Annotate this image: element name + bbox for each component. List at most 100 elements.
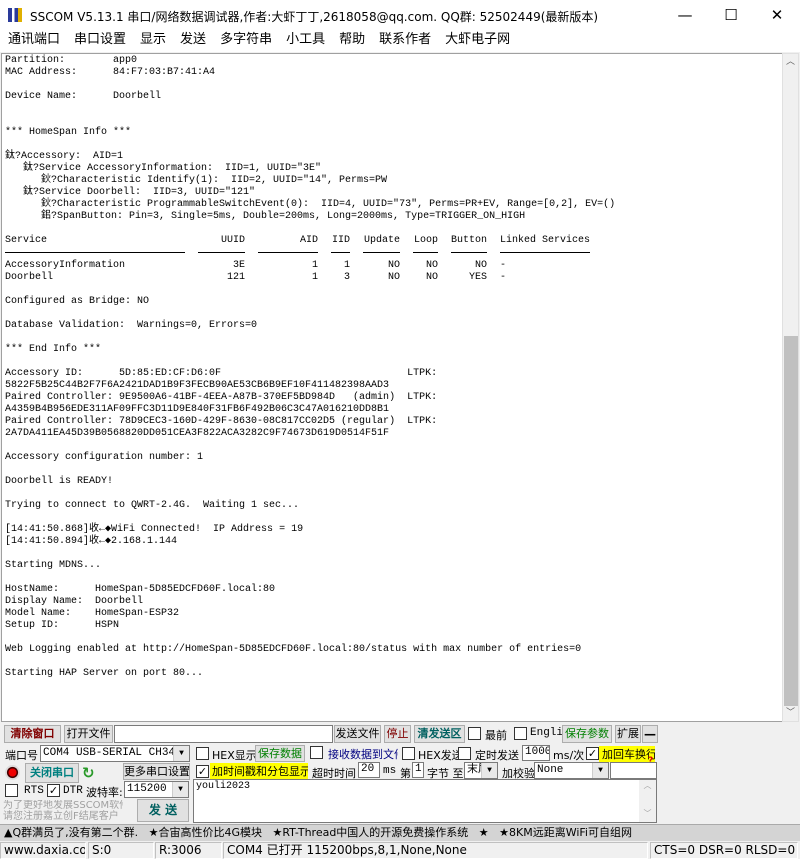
table-cell: NO [387,260,400,271]
log-scrollbar[interactable]: ︿ ﹀ [782,53,799,722]
log-line: 鈥?Characteristic Identify(1): IID=2, UUI… [5,175,388,186]
log-line: HostName: HomeSpan-5D85EDCFD60F.local:80 [5,584,276,595]
collapse-button[interactable]: — [642,725,658,743]
minimize-button[interactable]: — [662,0,708,30]
status-received: R:3006 [155,842,222,859]
scroll-thumb[interactable] [784,336,798,706]
timed-send-label: 定时发送 [475,749,519,762]
interval-input[interactable]: 1000 [522,745,550,761]
ad-ticker[interactable]: ▲Q群满员了,没有第二个群. ★合宙高性价比4G模块 ★RT-Thread中国人… [0,824,800,841]
status-lines: CTS=0 DSR=0 RLSD=0 [650,842,798,859]
send-textarea[interactable]: youli2023 ︿ ﹀ [193,779,657,823]
log-line: 鈻?SpanButton: Pin=3, Single=5ms, Double=… [5,211,526,222]
log-line: Model Name: HomeSpan-ESP32 [5,608,180,619]
menu-comm-port[interactable]: 通讯端口 [0,30,66,52]
send-scrollbar[interactable]: ︿ ﹀ [639,780,656,822]
col-service: Service [5,235,185,253]
ms-label: ms [383,765,397,777]
scroll-up-icon[interactable]: ︿ [783,54,798,70]
chevron-down-icon[interactable]: ▼ [172,782,188,797]
more-settings-button[interactable]: 更多串口设置 [123,763,190,780]
window-title: SSCOM V5.13.1 串口/网络数据调试器,作者:大虾丁丁,2618058… [30,10,599,24]
checksum-select[interactable]: None ▼ [534,762,609,779]
table-cell: 3 [343,272,350,283]
rts-checkbox[interactable] [5,784,18,797]
clear-send-button[interactable]: 清发送区 [414,725,465,743]
send-button[interactable]: 发 送 [137,799,189,822]
open-file-button[interactable]: 打开文件 [64,725,113,743]
file-path-input[interactable] [114,725,333,743]
clear-window-button[interactable]: 清除窗口 [4,725,61,743]
english-label: Engli [530,727,564,739]
status-bar: www.daxia.com S:0 R:3006 COM4 已打开 115200… [0,842,800,859]
topmost-label: 最前 [485,729,507,742]
menu-website[interactable]: 大虾电子网 [437,30,516,52]
hex-display-checkbox[interactable] [196,747,209,760]
timed-send-checkbox[interactable] [458,747,471,760]
log-line: Paired Controller: 9E9500A6-41BF-4EEA-A8… [5,392,438,403]
menu-tools[interactable]: 小工具 [278,30,331,52]
close-port-button[interactable]: 关闭串口 [25,763,79,783]
log-line: Accessory configuration number: 1 [5,452,204,463]
timestamp-label: 加时间戳和分包显示 [210,763,308,779]
timestamp-checkbox[interactable]: ✓ [196,765,209,778]
log-line: Setup ID: HSPN [5,620,120,631]
table-cell: 1 [311,272,318,283]
chevron-down-icon[interactable]: ▼ [173,746,189,761]
port-select[interactable]: COM4 USB-SERIAL CH340 ▼ [40,745,190,762]
log-line: 鈦?Service Doorbell: IID=3, UUID="121" [5,187,256,198]
menu-contact[interactable]: 联系作者 [371,30,437,52]
table-cell: NO [387,272,400,283]
receive-log[interactable]: Partition: app0 MAC Address: 84:F7:03:B7:… [1,53,782,722]
chevron-down-icon[interactable]: ▼ [481,763,497,778]
add-crlf-checkbox[interactable]: ✓ [586,747,599,760]
baud-value: 115200 [127,783,167,795]
log-line: Web Logging enabled at http://HomeSpan-5… [5,644,582,655]
expand-button[interactable]: 扩展 [615,725,641,743]
baud-select[interactable]: 115200 ▼ [124,781,189,798]
log-line: Accessory ID: 5D:85:ED:CF:D6:0F LTPK: [5,368,438,379]
menu-send[interactable]: 发送 [172,30,212,52]
stop-button[interactable]: 停止 [384,725,411,743]
table-cell: - [500,260,507,271]
chevron-down-icon[interactable]: ▼ [592,763,608,778]
checksum-extra-input[interactable] [610,762,657,779]
save-params-button[interactable]: 保存参数 [562,725,612,743]
byte-to-select[interactable]: 末尾 ▼ [464,762,498,779]
log-line: Trying to connect to QWRT-2.4G. Waiting … [5,500,300,511]
menu-display[interactable]: 显示 [132,30,172,52]
table-cell: Doorbell [5,272,54,283]
byte-from-input[interactable]: 1 [412,762,424,778]
recv-to-file-checkbox[interactable] [310,746,323,759]
timeout-input[interactable]: 20 [358,762,380,778]
menu-multi-string[interactable]: 多字符串 [212,30,278,52]
col-linked: Linked Services [500,235,590,253]
table-cell: 1 [311,260,318,271]
hex-send-checkbox[interactable] [402,747,415,760]
rts-label: RTS [24,785,44,797]
send-text: youli2023 [196,781,251,792]
status-website[interactable]: www.daxia.com [0,842,86,859]
dtr-checkbox[interactable]: ✓ [47,784,60,797]
topmost-checkbox[interactable] [468,727,481,740]
send-file-button[interactable]: 发送文件 [334,725,381,743]
maximize-button[interactable]: ☐ [708,0,754,30]
save-data-button[interactable]: 保存数据 [255,745,305,762]
refresh-icon[interactable]: ↻ [82,764,95,782]
scroll-down-icon[interactable]: ﹀ [783,705,798,721]
table-cell: 121 [226,272,245,283]
log-line: Paired Controller: 78D9CEC3-160D-429F-86… [5,416,438,427]
close-button[interactable]: ✕ [754,0,800,30]
menu-serial-settings[interactable]: 串口设置 [66,30,132,52]
log-line: Device Name: Doorbell [5,91,162,102]
menu-help[interactable]: 帮助 [331,30,371,52]
log-line: 鈦?Service AccessoryInformation: IID=1, U… [5,163,322,174]
english-checkbox[interactable] [514,727,527,740]
